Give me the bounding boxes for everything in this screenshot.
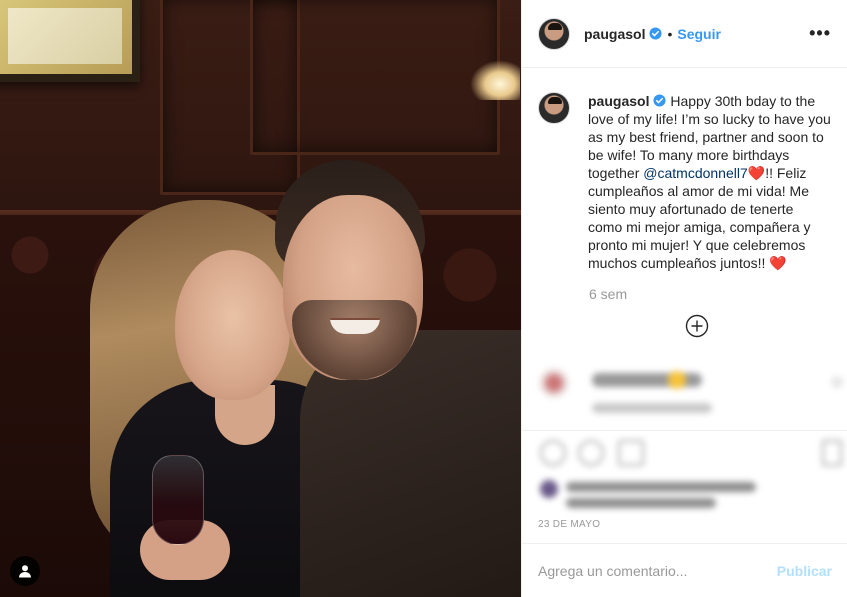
caption-username[interactable]: paugasol	[588, 93, 649, 109]
action-bar	[538, 440, 842, 470]
post-header: paugasol • Seguir •••	[522, 0, 847, 68]
caption-text: paugasol Happy 30th bday to the love of …	[588, 92, 831, 272]
heart-emoji: ❤️	[769, 255, 787, 271]
woman-face	[175, 250, 290, 400]
comment-input[interactable]	[538, 562, 777, 579]
verified-badge-icon	[653, 94, 667, 107]
verified-badge-icon	[649, 27, 663, 40]
post-date[interactable]: 23 DE MAYO	[538, 519, 600, 530]
liker-avatar	[540, 480, 558, 498]
more-options-button[interactable]: •••	[809, 23, 831, 44]
separator-dot: •	[667, 25, 673, 42]
post-photo[interactable]	[0, 0, 521, 597]
user-tag-icon	[19, 565, 31, 578]
share-icon[interactable]	[618, 440, 644, 466]
likes-summary[interactable]	[538, 478, 838, 512]
post-side-panel: paugasol • Seguir ••• paugasol Happy 30t…	[521, 0, 847, 597]
user-tag-button[interactable]	[10, 556, 40, 586]
comment-emoji	[668, 371, 686, 389]
like-icon[interactable]	[540, 440, 566, 466]
save-icon[interactable]	[822, 440, 842, 466]
wine-glass	[152, 455, 204, 545]
comment-item	[538, 365, 838, 425]
caption-timestamp[interactable]: 6 sem	[589, 286, 847, 302]
plus-circle-icon[interactable]	[685, 314, 709, 338]
comment-avatar[interactable]	[540, 369, 568, 397]
avatar[interactable]	[538, 17, 570, 50]
mention-link[interactable]: @catmcdonnell7	[643, 165, 748, 181]
caption-avatar[interactable]	[538, 92, 570, 124]
follow-button[interactable]: Seguir	[677, 26, 721, 42]
comment-meta	[592, 403, 712, 413]
publish-button[interactable]: Publicar	[777, 563, 832, 579]
caption-block: paugasol Happy 30th bday to the love of …	[522, 68, 847, 272]
comment-icon[interactable]	[578, 440, 604, 466]
likes-line	[566, 482, 756, 492]
divider	[522, 430, 847, 431]
likes-line	[566, 498, 716, 508]
header-username[interactable]: paugasol	[584, 26, 645, 42]
comment-box: Publicar	[522, 543, 847, 597]
wall-panel	[250, 0, 500, 155]
heart-emoji: ❤️	[747, 165, 766, 181]
comment-like-icon[interactable]	[832, 378, 842, 388]
wall-painting	[0, 0, 140, 82]
wall-lamp	[470, 60, 520, 100]
